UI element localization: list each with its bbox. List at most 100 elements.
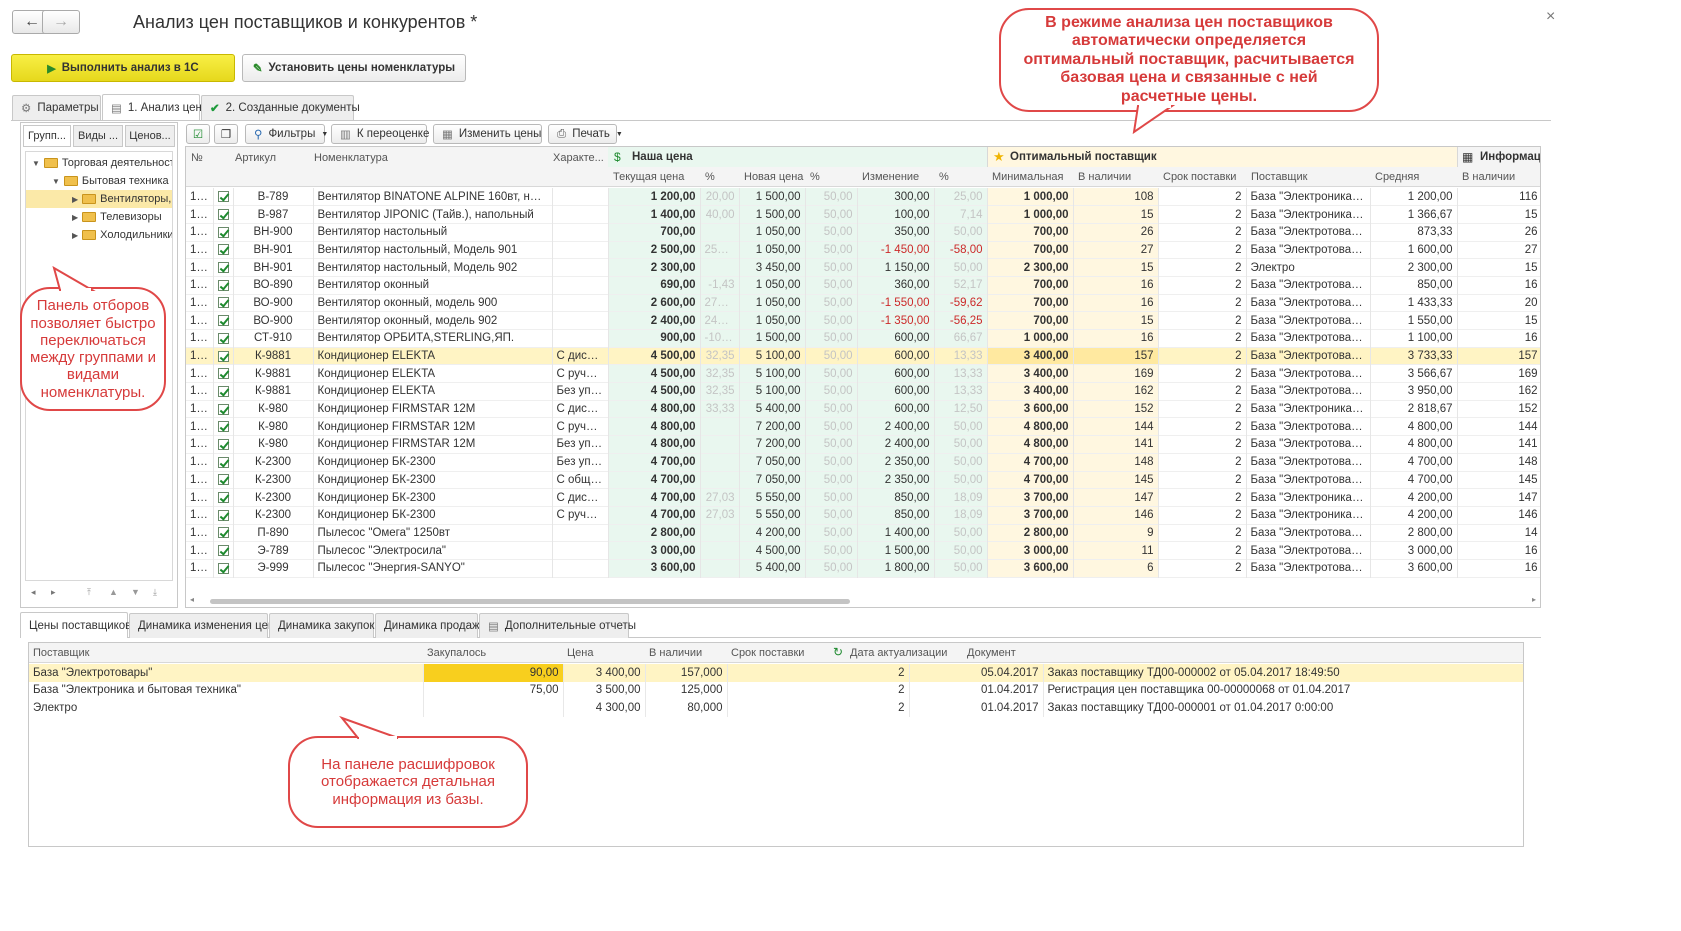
tab-created-documents[interactable]: ✔ 2. Созданные документы xyxy=(201,95,360,120)
chevron-down-icon[interactable]: ▼ xyxy=(32,159,40,168)
cell-check[interactable] xyxy=(213,524,234,542)
cell-check[interactable] xyxy=(213,276,234,295)
row-checkbox[interactable] xyxy=(217,509,229,521)
cell-check[interactable] xyxy=(213,188,234,206)
cell-check[interactable] xyxy=(213,453,234,471)
cell-check[interactable] xyxy=(213,417,234,436)
chevron-right-icon[interactable]: ▶ xyxy=(72,231,78,240)
row-checkbox[interactable] xyxy=(217,403,229,415)
row-checkbox[interactable] xyxy=(217,385,229,397)
chevron-right-icon[interactable]: ▶ xyxy=(72,213,78,222)
col-percent-3[interactable]: % xyxy=(939,171,949,183)
change-prices-button[interactable]: ▦Изменить цены▼ xyxy=(433,124,554,144)
to-reprice-button[interactable]: ▥ К переоценке xyxy=(331,124,429,144)
table-row[interactable]: 147 Э-999 Пылесос "Энергия-SANYO" 3 600,00 5… xyxy=(186,559,1540,578)
table-row[interactable]: 130 ВН-901 Вентилятор настольный, Модель 9… xyxy=(186,258,1540,277)
table-row[interactable]: 136 К-9881 Кондиционер ELEKTA С ручны... 4 5… xyxy=(186,364,1540,383)
col-bt-document[interactable]: Документ xyxy=(967,647,1016,659)
row-checkbox[interactable] xyxy=(217,191,229,203)
table-row[interactable]: 143К-2300Кондиционер БК-2300С дистан...4… xyxy=(186,488,1540,507)
table-row[interactable]: 145 П-890 Пылесос "Омега" 1250вт 2 800,00 4 … xyxy=(186,524,1540,542)
row-checkbox[interactable] xyxy=(217,209,229,220)
cell-check[interactable] xyxy=(213,205,234,224)
tree-item-tv[interactable]: ▶ Телевизоры xyxy=(72,208,162,226)
row-checkbox[interactable] xyxy=(217,421,229,433)
row-checkbox[interactable] xyxy=(217,332,229,344)
chevron-right-icon[interactable]: ▶ xyxy=(72,195,78,204)
col-new-price[interactable]: Новая цена xyxy=(744,171,803,183)
row-checkbox[interactable] xyxy=(217,474,229,486)
cell-check[interactable] xyxy=(213,294,234,312)
filter-tab-groups[interactable]: Групп... xyxy=(23,125,71,147)
col-article[interactable]: Артикул xyxy=(235,152,276,164)
forward-button[interactable]: → xyxy=(42,10,80,34)
col-number[interactable]: № xyxy=(191,152,203,164)
refresh-icon[interactable]: ↻ xyxy=(833,645,843,659)
cell-check[interactable] xyxy=(213,488,234,507)
close-icon[interactable]: × xyxy=(1546,8,1555,26)
cell-check[interactable] xyxy=(213,329,234,348)
cell-check[interactable] xyxy=(213,559,234,578)
tree-item-appliances[interactable]: ▼ Бытовая техника xyxy=(52,172,169,190)
move-up-icon[interactable]: ▲ xyxy=(109,587,118,597)
horizontal-scrollbar[interactable]: ◂ ▸ xyxy=(190,595,1536,605)
tab-parameters[interactable]: ⚙ Параметры xyxy=(12,95,101,120)
table-row[interactable]: 138 К-980 Кондиционер FIRMSTAR 12M С дистан… xyxy=(186,400,1540,418)
tree-scroll-right-icon[interactable]: ▸ xyxy=(51,587,56,598)
row-checkbox[interactable] xyxy=(217,545,229,557)
cell-check[interactable] xyxy=(213,506,234,525)
table-row[interactable]: 139 К-980 Кондиционер FIRMSTAR 12M С ручны.… xyxy=(186,417,1540,436)
col-current-price[interactable]: Текущая цена xyxy=(613,171,684,183)
table-row[interactable]: 133 ВО-900 Вентилятор оконный, модель 902 2… xyxy=(186,311,1540,330)
move-bottom-icon[interactable]: ⤓ xyxy=(153,587,157,598)
col-average[interactable]: Средняя xyxy=(1375,171,1419,183)
cell-check[interactable] xyxy=(213,400,234,418)
table-row[interactable]: 141 К-2300 Кондиционер БК-2300 Без упра... 4… xyxy=(186,453,1540,471)
copy-button[interactable]: ❐ xyxy=(214,124,238,144)
cell-check[interactable] xyxy=(213,223,234,242)
table-row[interactable]: 137 К-9881 Кондиционер ELEKTA Без упра... 4 … xyxy=(186,382,1540,401)
move-top-icon[interactable]: ⤒ xyxy=(87,587,91,598)
filters-button[interactable]: ⚲ Фильтры ▼ xyxy=(245,124,328,144)
table-row[interactable]: 129 ВН-901 Вентилятор настольный, Модель 9… xyxy=(186,241,1540,259)
col-characteristic[interactable]: Характе... xyxy=(553,152,604,164)
table-row[interactable]: Электро 4 300,00 80,000 2 01.04.2017 Заказ по… xyxy=(29,699,1523,717)
scrollbar-thumb[interactable] xyxy=(210,599,850,604)
tree-item-fans[interactable]: ▶ Вентиляторы, xyxy=(26,190,172,208)
col-percent-1[interactable]: % xyxy=(705,171,715,183)
row-checkbox[interactable] xyxy=(217,562,229,574)
tab-purchase-dynamics[interactable]: Динамика закупок xyxy=(269,613,374,638)
col-minimum[interactable]: Минимальная xyxy=(992,171,1064,183)
scroll-left-icon[interactable]: ◂ xyxy=(190,595,194,604)
table-row[interactable]: База "Электроника и бытовая техника" 75,0… xyxy=(29,681,1523,699)
cell-check[interactable] xyxy=(213,382,234,401)
col-bt-stock[interactable]: В наличии xyxy=(649,647,702,659)
filter-tab-price-types[interactable]: Ценов... xyxy=(125,125,175,147)
table-row[interactable]: 132 ВО-900 Вентилятор оконный, модель 900 2… xyxy=(186,294,1540,312)
run-analysis-button[interactable]: ▶ Выполнить анализ в 1С xyxy=(11,54,235,82)
row-checkbox[interactable] xyxy=(217,527,229,539)
row-checkbox[interactable] xyxy=(217,262,229,274)
cell-check[interactable] xyxy=(213,435,234,454)
tree-scroll-left-icon[interactable]: ◂ xyxy=(31,587,36,598)
col-bt-date[interactable]: Дата актуализации xyxy=(850,647,947,659)
filter-tab-kinds[interactable]: Виды ... xyxy=(73,125,123,147)
set-prices-button[interactable]: ✎ Установить цены номенклатуры xyxy=(242,54,466,82)
table-row[interactable]: 128 ВН-900 Вентилятор настольный 700,00 1 05… xyxy=(186,223,1540,242)
row-checkbox[interactable] xyxy=(217,368,229,380)
tab-additional-reports[interactable]: ▤ Дополнительные отчеты xyxy=(479,613,636,638)
table-row[interactable]: 146 Э-789 Пылесос "Электросила" 3 000,00 4 5… xyxy=(186,541,1540,560)
table-row[interactable]: База "Электротовары" 90,00 3 400,00 157,000… xyxy=(29,664,1523,682)
cell-check[interactable] xyxy=(213,471,234,489)
tab-price-dynamics[interactable]: Динамика изменения цен xyxy=(129,613,274,638)
cell-check[interactable] xyxy=(213,347,234,365)
tab-supplier-prices[interactable]: Цены поставщиков xyxy=(20,612,131,638)
col-in-stock-2[interactable]: В наличии xyxy=(1462,171,1515,183)
print-button[interactable]: ⎙ Печать ▼ xyxy=(548,124,623,144)
col-bt-price[interactable]: Цена xyxy=(567,647,593,659)
table-row[interactable]: 131 ВО-890 Вентилятор оконный 690,00 -1,43 1 … xyxy=(186,276,1540,295)
col-nomenclature[interactable]: Номенклатура xyxy=(314,152,388,164)
col-in-stock[interactable]: В наличии xyxy=(1078,171,1131,183)
move-down-icon[interactable]: ▼ xyxy=(131,587,140,597)
row-checkbox[interactable] xyxy=(217,492,229,503)
